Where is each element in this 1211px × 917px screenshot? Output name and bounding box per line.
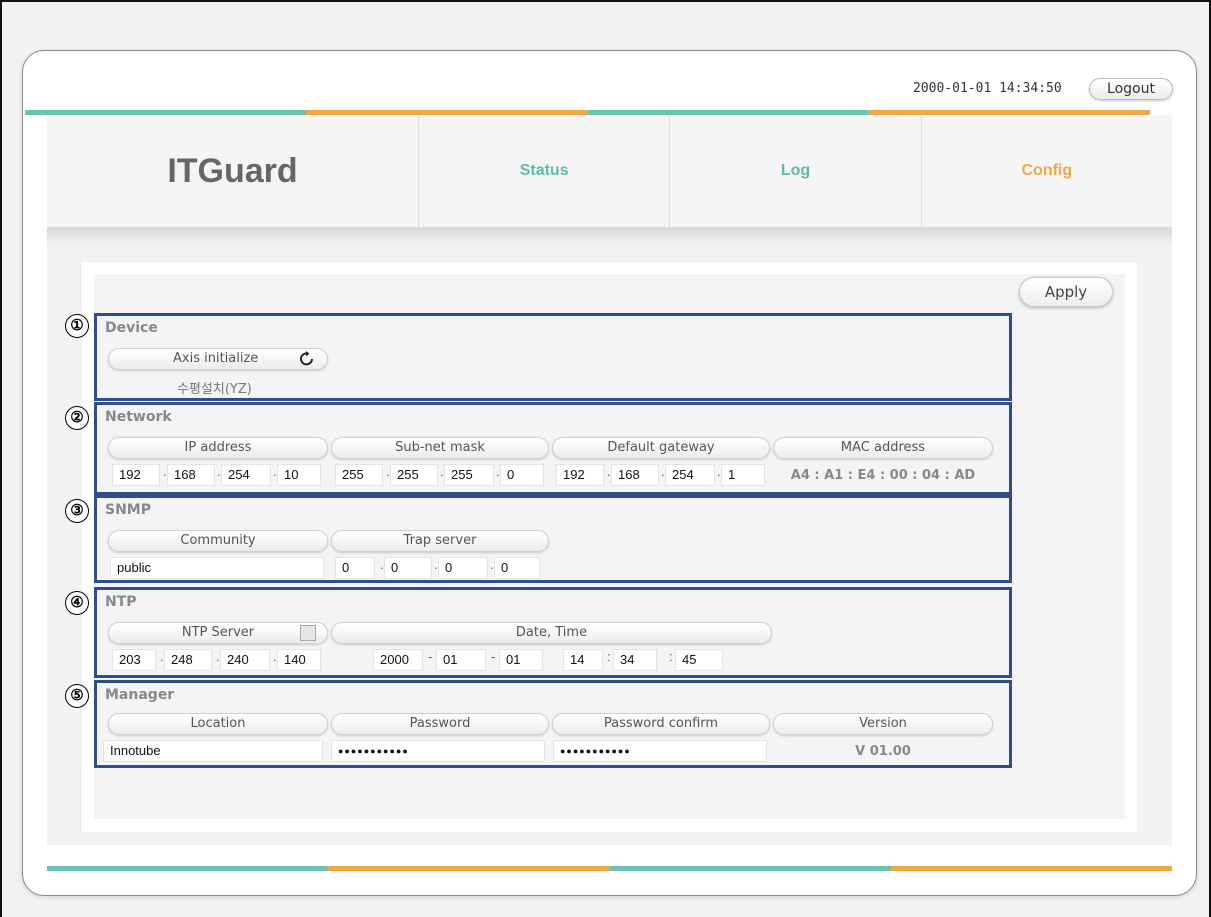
nav-config[interactable]: Config: [922, 115, 1172, 227]
axis-initialize-button[interactable]: Axis initialize: [108, 348, 328, 370]
axis-initialize-label: Axis initialize: [173, 351, 259, 366]
section-number-2: ②: [65, 406, 89, 430]
mask-octet-3[interactable]: 255: [444, 464, 494, 486]
install-orientation-text: 수평설치(YZ): [177, 382, 252, 397]
header-shadow: [47, 227, 1172, 245]
subnet-mask-label: Sub-net mask: [331, 437, 549, 459]
date-time-label: Date, Time: [331, 622, 772, 644]
section-number-1: ①: [65, 314, 89, 338]
trap-octet-1[interactable]: 0: [335, 557, 375, 579]
ip-octet-3[interactable]: 254: [221, 464, 271, 486]
gateway-group: 192 . 168 . 254 . 1: [556, 464, 766, 486]
ntp-octet-1[interactable]: 203: [112, 649, 156, 671]
device-section: Device Axis initialize 수평설치(YZ): [94, 313, 1012, 401]
manager-title: Manager: [105, 687, 175, 703]
ntp-server-label: NTP Server: [181, 625, 255, 640]
ip-address-label: IP address: [108, 437, 328, 459]
mac-address-label: MAC address: [773, 437, 993, 459]
time-second[interactable]: 45: [675, 649, 723, 671]
mac-address-value: A4 : A1 : E4 : 00 : 04 : AD: [790, 468, 976, 483]
trap-server-group: 0 . 0 . 0 . 0: [335, 557, 545, 579]
ntp-server-group: 203 . 248 . 240 . 140: [112, 649, 322, 671]
mask-octet-2[interactable]: 255: [390, 464, 438, 486]
default-gateway-label: Default gateway: [552, 437, 770, 459]
trap-octet-2[interactable]: 0: [384, 557, 432, 579]
date-time-group: 2000 - 01 - 01 14 : 34 : 45: [373, 649, 733, 671]
refresh-icon: [300, 351, 313, 366]
section-number-4: ④: [65, 591, 89, 615]
password-input[interactable]: ●●●●●●●●●●●: [331, 740, 545, 762]
main-header: ITGuard Status Log Config: [47, 115, 1172, 227]
network-section: Network IP address Sub-net mask Default …: [94, 402, 1012, 495]
mask-octet-4[interactable]: 0: [500, 464, 544, 486]
gateway-octet-3[interactable]: 254: [665, 464, 715, 486]
date-year[interactable]: 2000: [373, 649, 423, 671]
manager-section: Manager Location Password Password confi…: [94, 680, 1012, 768]
ntp-octet-2[interactable]: 248: [164, 649, 212, 671]
ntp-title: NTP: [105, 594, 137, 610]
password-confirm-label: Password confirm: [552, 713, 770, 735]
date-day[interactable]: 01: [499, 649, 543, 671]
ntp-section: NTP NTP Server Date, Time 203 . 248 . 24…: [94, 587, 1012, 678]
network-title: Network: [105, 409, 172, 425]
ntp-octet-3[interactable]: 240: [220, 649, 270, 671]
version-value: V 01.00: [855, 744, 911, 759]
location-input[interactable]: Innotube: [103, 740, 323, 762]
snmp-section: SNMP Community Trap server public 0 . 0 …: [94, 495, 1012, 583]
ip-octet-1[interactable]: 192: [112, 464, 160, 486]
section-number-3: ③: [65, 499, 89, 523]
brand-logo: ITGuard: [47, 115, 419, 227]
community-label: Community: [108, 530, 328, 552]
ip-octet-2[interactable]: 168: [167, 464, 215, 486]
ip-address-group: 192 . 168 . 254 . 10: [112, 464, 322, 486]
bottom-color-stripe: [47, 866, 1172, 871]
trap-octet-3[interactable]: 0: [438, 557, 488, 579]
logout-button[interactable]: Logout: [1089, 78, 1173, 100]
snmp-title: SNMP: [105, 502, 151, 518]
community-input[interactable]: public: [110, 557, 324, 579]
version-label: Version: [773, 713, 993, 735]
section-number-5: ⑤: [65, 684, 89, 708]
trap-octet-4[interactable]: 0: [494, 557, 540, 579]
gateway-octet-4[interactable]: 1: [721, 464, 765, 486]
nav-log[interactable]: Log: [670, 115, 922, 227]
ntp-octet-4[interactable]: 140: [277, 649, 321, 671]
trap-server-label: Trap server: [331, 530, 549, 552]
nav-status[interactable]: Status: [419, 115, 671, 227]
gateway-octet-2[interactable]: 168: [611, 464, 659, 486]
location-label: Location: [108, 713, 328, 735]
password-confirm-input[interactable]: ●●●●●●●●●●●: [553, 740, 767, 762]
ip-octet-4[interactable]: 10: [277, 464, 321, 486]
device-title: Device: [105, 320, 158, 336]
subnet-mask-group: 255 . 255 . 255 . 0: [335, 464, 545, 486]
ntp-server-pill: NTP Server: [108, 622, 328, 644]
current-datetime: 2000-01-01 14:34:50: [913, 81, 1062, 96]
time-minute[interactable]: 34: [613, 649, 657, 671]
time-hour[interactable]: 14: [563, 649, 603, 671]
mask-octet-1[interactable]: 255: [335, 464, 383, 486]
ntp-checkbox[interactable]: [300, 625, 316, 641]
date-month[interactable]: 01: [436, 649, 486, 671]
password-label: Password: [331, 713, 549, 735]
apply-button[interactable]: Apply: [1019, 277, 1113, 307]
gateway-octet-1[interactable]: 192: [556, 464, 604, 486]
